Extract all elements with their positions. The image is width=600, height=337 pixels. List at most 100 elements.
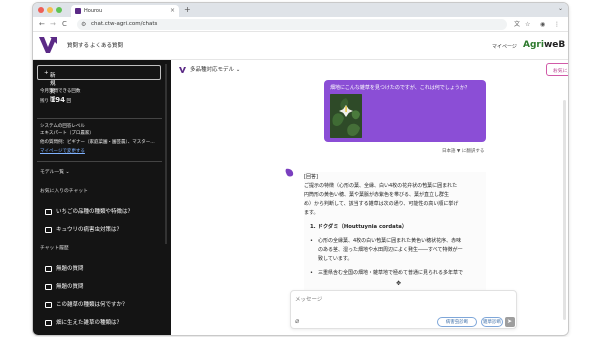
- browser-tab-bar: Hourou × + ⌄: [33, 3, 568, 17]
- sidebar-item-history[interactable]: 畑に生えた雑草の種類は？: [37, 316, 163, 332]
- app-logo-icon[interactable]: [39, 37, 57, 53]
- minimize-window-dot[interactable]: [47, 7, 53, 13]
- bullet-icon: •: [310, 270, 313, 276]
- favicon-icon: [75, 8, 81, 14]
- browser-tab[interactable]: Hourou ×: [71, 5, 179, 17]
- remaining-prefix: 残り: [40, 99, 49, 104]
- chat-bubble-icon: [45, 209, 52, 215]
- sidebar-item-history[interactable]: 無題の質問: [37, 280, 163, 296]
- url-text[interactable]: chat.ctw-agri.com/chats: [91, 20, 157, 29]
- new-question-label: + 新規質問: [44, 70, 56, 103]
- answer-line: ご提示の特徴（心形の葉、全縁、白い4枚の花弁状の苞葉に囲まれた: [304, 183, 458, 189]
- chevron-down-icon: ⌄: [235, 67, 241, 73]
- remaining-count: 194: [50, 96, 66, 104]
- new-question-button[interactable]: + 新規質問: [37, 65, 161, 103]
- nav-faq[interactable]: よくある質問: [90, 42, 123, 50]
- send-button[interactable]: ➤: [505, 317, 515, 327]
- tab-list-chevron-icon[interactable]: ⌄: [558, 5, 563, 12]
- chat-bubble-icon: [45, 284, 52, 290]
- brand-right: weB: [543, 40, 566, 50]
- sidebar-item-label: 無題の質問: [56, 266, 84, 272]
- answer-line: 三重県含む全国の畑地・雑草地で極めて普通に見られる多年草で: [318, 270, 464, 276]
- sidebar-item-label: 畑に生えた雑草の種類は？: [56, 320, 123, 326]
- close-window-dot[interactable]: [38, 7, 44, 13]
- attach-icon[interactable]: ⌀: [295, 317, 299, 325]
- weed-diagnosis-chip[interactable]: 雑草診断: [481, 317, 503, 327]
- address-bar[interactable]: ⚙ chat.ctw-agri.com/chats: [77, 19, 507, 30]
- mypage-link[interactable]: マイページ: [492, 43, 517, 50]
- sidebar-divider: [37, 118, 162, 119]
- translate-icon[interactable]: 文: [514, 20, 520, 29]
- user-message-bubble: 畑地にこんな雑草を見つけたのですが、これは何でしょうか？: [324, 80, 486, 142]
- mypage-change-link[interactable]: マイページで変更する: [40, 149, 85, 155]
- sidebar-scrollbar[interactable]: [165, 64, 167, 244]
- tab-close-icon[interactable]: ×: [170, 6, 175, 16]
- bookmark-star-icon[interactable]: ☆: [525, 20, 530, 29]
- sidebar-item-favorite[interactable]: キュウリの病害虫対策は？: [37, 223, 163, 239]
- model-logo-icon: [179, 67, 186, 73]
- plant-photo-image: [330, 94, 362, 138]
- model-selector-label: 多品種対応モデル: [190, 67, 235, 73]
- sidebar-item-label: いちごの品種の種類や特徴は？: [56, 209, 134, 215]
- browser-menu-icon[interactable]: ⋮: [554, 20, 560, 29]
- answer-line: 心形の全縁葉、4枚の白い苞葉に囲まれた黄色い穂状花序、赤味: [318, 238, 462, 244]
- remaining-suffix: 回: [66, 99, 72, 104]
- answer-line: のある茎、湿った畑地や水田周辺によく発生――すべて特徴が一: [318, 247, 463, 253]
- answer-line: [回答]: [304, 174, 318, 180]
- model-menu-label: モデル一覧: [40, 170, 64, 175]
- sidebar-item-label: この雑草の種類は何ですか？: [56, 302, 128, 308]
- reload-button[interactable]: C: [62, 19, 67, 29]
- forward-button[interactable]: →: [50, 19, 56, 29]
- remaining-count-row: 残り 194 回: [40, 97, 71, 105]
- favorite-button-text: お気に入り登録: [553, 69, 568, 74]
- level-line-1: システムの回答レベル: [40, 124, 85, 129]
- back-button[interactable]: ←: [39, 19, 45, 29]
- pest-diagnosis-chip[interactable]: 病害虫診断: [437, 317, 477, 327]
- send-icon: ➤: [507, 318, 513, 325]
- chat-bubble-icon: [45, 302, 52, 308]
- app-header: 質問する よくある質問 マイページ AgriweB: [33, 32, 568, 60]
- message-input[interactable]: [291, 295, 441, 305]
- model-selector[interactable]: 多品種対応モデル ⌄: [190, 66, 240, 74]
- sidebar-item-history[interactable]: 無題の質問: [37, 262, 163, 278]
- level-line-2: エキスパート（プロ農家）: [40, 131, 94, 136]
- sidebar-item-label: キュウリの病害虫対策は？: [56, 227, 123, 233]
- site-info-icon[interactable]: ⚙: [81, 20, 86, 29]
- screen: Hourou × + ⌄ ← → C ⚙ chat.ctw-agri.com/c…: [0, 0, 600, 337]
- tab-title: Hourou: [84, 8, 103, 14]
- level-line-3: 他の質問例：ビギナー（家庭菜園・園芸農）、マスター…: [40, 140, 155, 145]
- answer-line: ます。: [304, 210, 319, 216]
- browser-toolbar: ← → C ⚙ chat.ctw-agri.com/chats 文 ☆ ◉ ⋮: [33, 17, 568, 32]
- sidebar-divider: [37, 161, 162, 162]
- new-tab-button[interactable]: +: [184, 4, 191, 16]
- maximize-window-dot[interactable]: [56, 7, 62, 13]
- remaining-label: 今月質問できる回数: [40, 89, 81, 94]
- chat-bubble-icon: [45, 227, 52, 233]
- chat-scrollbar[interactable]: [563, 100, 566, 320]
- profile-icon[interactable]: ◉: [540, 20, 545, 29]
- history-heading: チャット履歴: [40, 246, 69, 251]
- chevron-down-icon: ⌄: [65, 170, 70, 175]
- answer-line: 致しています。: [318, 256, 353, 262]
- answer-line: め）から判断して、該当する雑草は次の通り、可能性の高い順に挙げ: [304, 201, 459, 207]
- chat-bubble-icon: [45, 266, 52, 272]
- favorite-button[interactable]: ♡ お気に入り登録: [546, 63, 568, 76]
- sidebar: + 新規質問 今月質問できる回数 残り 194 回 システムの回答レベル エキス…: [33, 60, 171, 335]
- browser-window: Hourou × + ⌄ ← → C ⚙ chat.ctw-agri.com/c…: [33, 3, 568, 335]
- user-message-text: 畑地にこんな雑草を見つけたのですが、これは何でしょうか？: [330, 85, 470, 91]
- mouse-cursor-icon: ✥: [396, 280, 402, 287]
- model-menu[interactable]: モデル一覧 ⌄: [40, 170, 70, 176]
- brand-logo[interactable]: AgriweB: [523, 40, 565, 50]
- assistant-message: [回答] ご提示の特徴（心形の葉、全縁、白い4枚の花弁状の苞葉に囲まれた 円筒形…: [304, 172, 486, 290]
- uploaded-plant-photo[interactable]: [330, 94, 362, 138]
- answer-heading: 1. ドクダミ（Houttuynia cordata）: [310, 224, 408, 230]
- answer-line: 円筒形の黄色い穂、葉や葉脈が赤紫色を帯びる、葉が直立し群生: [304, 192, 450, 198]
- translate-link[interactable]: 日本語 ▼ に翻訳する: [442, 148, 484, 154]
- message-composer: ⌀ 病害虫診断 雑草診断 ➤: [290, 290, 517, 329]
- sidebar-item-history[interactable]: この雑草の種類は何ですか？: [37, 298, 163, 314]
- chat-bubble-icon: [45, 320, 52, 326]
- nav-ask[interactable]: 質問する: [67, 42, 89, 50]
- chat-area: 多品種対応モデル ⌄ ♡ お気に入り登録 畑地にこんな雑草を見つけたのですが、こ…: [171, 60, 568, 335]
- chip-label: 病害虫診断: [445, 320, 469, 325]
- sidebar-item-favorite[interactable]: いちごの品種の種類や特徴は？: [37, 205, 163, 221]
